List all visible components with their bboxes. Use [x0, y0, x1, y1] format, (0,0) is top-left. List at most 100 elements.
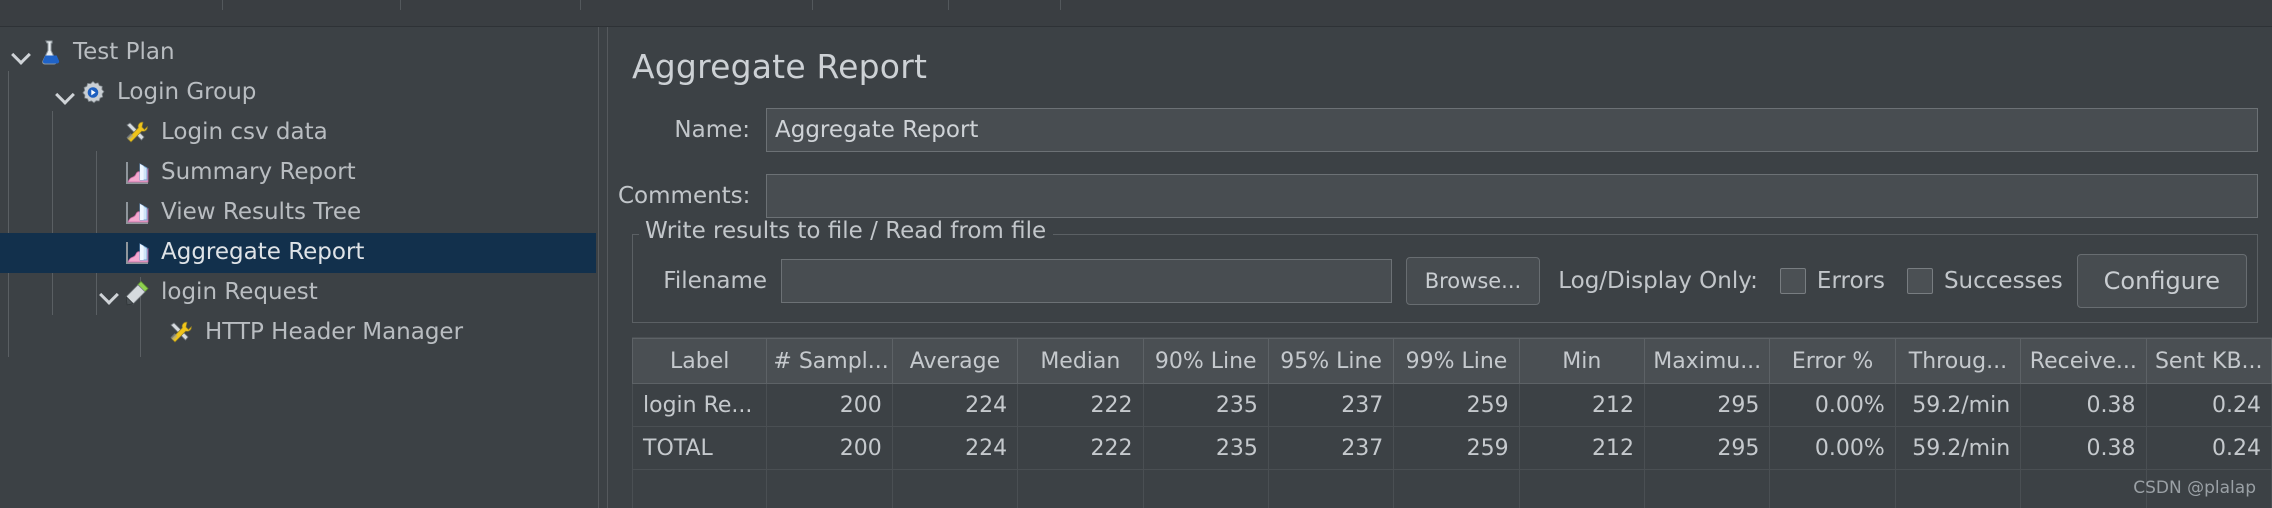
table-cell: 237: [1267, 383, 1395, 427]
table-cell: 224: [891, 383, 1019, 427]
browse-button[interactable]: Browse...: [1405, 257, 1541, 305]
table-cell: 0.38: [2020, 426, 2147, 470]
column-header[interactable]: Maximu...: [1644, 338, 1771, 384]
listener-chart-icon: [122, 158, 152, 188]
chevron-down-icon[interactable]: [8, 40, 34, 66]
table-empty-cell: [766, 469, 893, 508]
column-header[interactable]: 99% Line: [1393, 338, 1520, 384]
write-results-groupbox: Write results to file / Read from file F…: [632, 218, 2258, 323]
tree-item-label: Login Group: [117, 79, 257, 105]
comments-field-row: Comments:: [618, 174, 2272, 218]
column-header[interactable]: Error %: [1769, 338, 1896, 384]
column-header[interactable]: 95% Line: [1267, 338, 1395, 384]
table-empty-cell: [632, 469, 768, 508]
table-empty-cell: [1017, 469, 1144, 508]
aggregate-results-table-wrap[interactable]: Label # Sampl... Average Median 90% Line 95% …: [632, 337, 2272, 508]
chevron-down-icon[interactable]: [96, 280, 122, 306]
table-empty-cell: [891, 469, 1019, 508]
tree-item-label: Login csv data: [161, 119, 328, 145]
config-tools-icon: [166, 318, 196, 348]
flask-icon: [34, 38, 64, 68]
checkbox-box-successes[interactable]: [1906, 268, 1933, 294]
table-cell: 0.00%: [1769, 426, 1896, 470]
table-cell: 212: [1518, 383, 1646, 427]
pane-splitter[interactable]: [596, 27, 618, 508]
tree-item-label: login Request: [161, 279, 318, 305]
groupbox-legend: Write results to file / Read from file: [639, 218, 1054, 244]
errors-label: Errors: [1816, 268, 1885, 294]
table-cell: 295: [1644, 426, 1771, 470]
tree-item-aggregate-report[interactable]: Aggregate Report: [0, 233, 596, 273]
toolbar-strip: [0, 0, 2272, 27]
tree-item-label: Summary Report: [161, 159, 356, 185]
table-cell: login Re...: [632, 383, 768, 427]
tree-item-label: View Results Tree: [161, 199, 362, 225]
table-cell: 259: [1393, 426, 1520, 470]
table-cell: 200: [766, 426, 893, 470]
tree-item-view-results-tree[interactable]: View Results Tree: [0, 193, 596, 233]
table-cell: 235: [1142, 383, 1269, 427]
errors-checkbox[interactable]: Errors: [1779, 268, 1885, 294]
table-row[interactable]: login Re... 200 224 222 235 237 259 212 295 0.00%…: [632, 383, 2272, 427]
column-header[interactable]: # Sampl...: [766, 338, 893, 384]
jmeter-window: Test Plan Login Group Login csv data Summar…: [0, 0, 2272, 508]
table-empty-cell: [1644, 469, 1771, 508]
table-cell: 224: [891, 426, 1019, 470]
table-cell: 259: [1393, 383, 1520, 427]
column-header[interactable]: Sent KB...: [2145, 338, 2272, 384]
toolbar-separator-2: [580, 0, 581, 10]
column-header[interactable]: Throug...: [1894, 338, 2022, 384]
table-cell: 212: [1518, 426, 1646, 470]
page-title: Aggregate Report: [632, 47, 928, 86]
column-header[interactable]: 90% Line: [1142, 338, 1269, 384]
name-label: Name:: [674, 117, 750, 143]
comments-label: Comments:: [618, 183, 751, 209]
tree-item-login-csv-data[interactable]: Login csv data: [0, 113, 596, 153]
toolbar-separator-3: [812, 0, 813, 10]
toolbar-separator-5: [1060, 0, 1061, 10]
column-header[interactable]: Min: [1518, 338, 1646, 384]
filename-row: Filename Browse... Log/Display Only: Err…: [633, 234, 2257, 308]
table-cell: 222: [1017, 426, 1144, 470]
listener-chart-icon: [122, 238, 152, 268]
toolbar-separator-0: [222, 0, 223, 10]
tree-item-summary-report[interactable]: Summary Report: [0, 153, 596, 193]
aggregate-report-panel: Aggregate Report Name: Comments: Write r…: [618, 27, 2272, 508]
table-cell: 59.2/min: [1894, 383, 2022, 427]
table-empty-row: [632, 469, 2272, 508]
table-empty-cell: [1393, 469, 1520, 508]
column-header[interactable]: Label: [632, 338, 768, 384]
test-plan-tree[interactable]: Test Plan Login Group Login csv data Summar…: [0, 27, 596, 508]
successes-checkbox[interactable]: Successes: [1906, 268, 2063, 294]
table-cell: 200: [766, 383, 893, 427]
tree-item-test-plan[interactable]: Test Plan: [0, 33, 596, 73]
configure-button[interactable]: Configure: [2076, 254, 2247, 308]
aggregate-results-table[interactable]: Label # Sampl... Average Median 90% Line 95% …: [632, 338, 2272, 508]
listener-chart-icon: [122, 198, 152, 228]
comments-input[interactable]: [766, 174, 2258, 218]
config-tools-icon: [122, 118, 152, 148]
chevron-down-icon[interactable]: [52, 80, 78, 106]
table-header-row: Label # Sampl... Average Median 90% Line 95% …: [632, 338, 2272, 384]
tree-item-label: HTTP Header Manager: [205, 319, 464, 345]
tree-item-login-group[interactable]: Login Group: [0, 73, 596, 113]
table-empty-cell: [1769, 469, 1896, 508]
tree-item-http-header-manager[interactable]: HTTP Header Manager: [0, 313, 596, 353]
name-input[interactable]: [766, 108, 2258, 152]
tree-item-login-request[interactable]: login Request: [0, 273, 596, 313]
column-header[interactable]: Average: [891, 338, 1019, 384]
table-cell: 59.2/min: [1894, 426, 2022, 470]
table-row[interactable]: TOTAL 200 224 222 235 237 259 212 295 0.00% 59.2/m…: [632, 426, 2272, 470]
filename-input[interactable]: [781, 259, 1392, 303]
table-cell: 0.38: [2020, 383, 2147, 427]
table-empty-cell: [1142, 469, 1269, 508]
checkbox-box-errors[interactable]: [1779, 268, 1806, 294]
watermark: CSDN @plalap: [2133, 478, 2256, 498]
column-header[interactable]: Receive...: [2020, 338, 2147, 384]
column-header[interactable]: Median: [1017, 338, 1144, 384]
table-cell: TOTAL: [632, 426, 768, 470]
